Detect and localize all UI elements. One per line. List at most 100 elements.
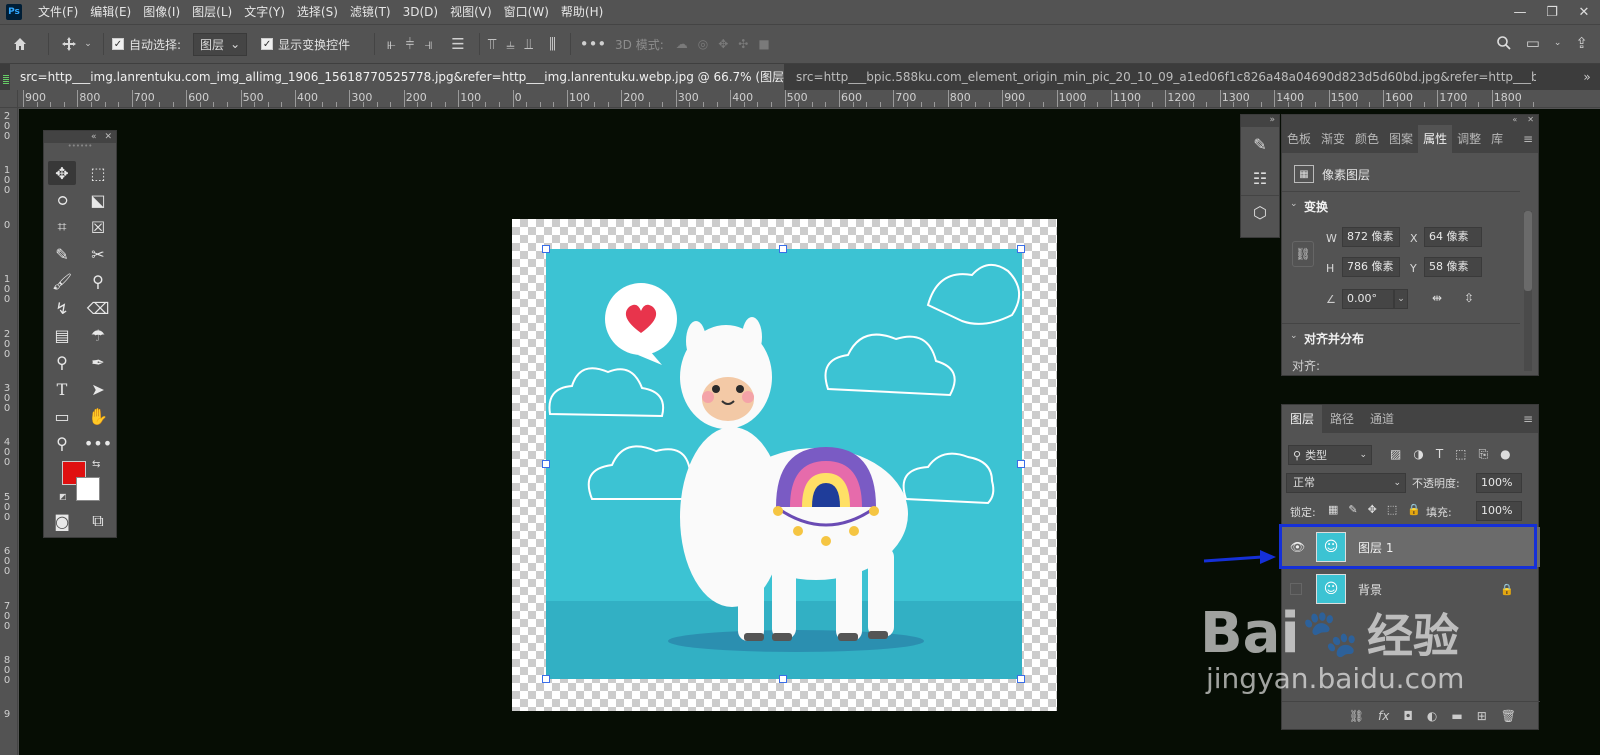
menu-edit[interactable]: 编辑(E) <box>84 0 137 24</box>
close-icon[interactable]: ✕ <box>1527 115 1534 125</box>
opacity-field[interactable]: 100% <box>1476 473 1522 493</box>
height-field[interactable]: 786 像素 <box>1342 257 1400 277</box>
3d-orbit-icon[interactable]: ☁ <box>676 37 688 51</box>
hand-tool-icon[interactable]: ✋ <box>84 404 112 428</box>
filter-adjustment-icon[interactable]: ◑ <box>1413 447 1423 462</box>
menu-type[interactable]: 文字(Y) <box>238 0 291 24</box>
expand-icon[interactable]: » <box>1241 115 1279 127</box>
3d-roll-icon[interactable]: ◎ <box>698 37 708 51</box>
tab-patterns[interactable]: 图案 <box>1384 125 1418 153</box>
eraser-tool-icon[interactable]: ⌫ <box>84 296 112 320</box>
healing-tool-icon[interactable]: ✂ <box>84 242 112 266</box>
tab-adjustments[interactable]: 调整 <box>1452 125 1486 153</box>
menu-image[interactable]: 图像(I) <box>137 0 186 24</box>
menu-select[interactable]: 选择(S) <box>291 0 344 24</box>
transform-handle[interactable] <box>1017 245 1025 253</box>
align-bottom-icon[interactable]: ⫫ <box>525 35 533 53</box>
menu-3d[interactable]: 3D(D) <box>397 0 444 24</box>
type-tool-icon[interactable]: T <box>48 377 76 401</box>
angle-field[interactable]: 0.00° <box>1342 289 1394 309</box>
align-center-icon[interactable]: ⫩ <box>406 35 415 53</box>
lock-artboard-icon[interactable]: ⬚ <box>1387 503 1397 516</box>
transform-handle[interactable] <box>779 245 787 253</box>
3d-slide-icon[interactable]: ✣ <box>738 37 748 51</box>
adjustment-layer-icon[interactable]: ◐ <box>1427 709 1437 723</box>
width-field[interactable]: 872 像素 <box>1342 227 1400 247</box>
lock-pixels-icon[interactable]: ✎ <box>1348 503 1357 516</box>
stamp-tool-icon[interactable]: ⚲ <box>84 269 112 293</box>
rectangle-tool-icon[interactable]: ▭ <box>48 404 76 428</box>
x-field[interactable]: 64 像素 <box>1424 227 1482 247</box>
lock-position-icon[interactable]: ✥ <box>1368 503 1377 516</box>
tab-gradients[interactable]: 渐变 <box>1316 125 1350 153</box>
tab-swatches[interactable]: 色板 <box>1282 125 1316 153</box>
flip-vertical-icon[interactable]: ⇳ <box>1464 291 1474 305</box>
pen-tool-icon[interactable]: ✒ <box>84 350 112 374</box>
share-icon[interactable]: ⇪ <box>1575 34 1588 52</box>
fx-icon[interactable]: fx <box>1378 709 1389 723</box>
smudge-tool-icon[interactable]: ☂ <box>84 323 112 347</box>
marquee-tool-icon[interactable]: ⬚ <box>84 161 112 185</box>
align-left-icon[interactable]: ⫦ <box>387 35 395 53</box>
move-tool-icon[interactable] <box>57 36 81 52</box>
object-select-tool-icon[interactable]: ⬕ <box>84 188 112 212</box>
dodge-tool-icon[interactable]: ⚲ <box>48 350 76 374</box>
tab-channels[interactable]: 通道 <box>1362 405 1402 433</box>
new-layer-icon[interactable]: ⊞ <box>1477 709 1487 723</box>
add-mask-icon[interactable]: ◘ <box>1403 709 1413 723</box>
default-colors-icon[interactable]: ◩ <box>59 492 67 501</box>
lasso-tool-icon[interactable]: ഠ <box>48 188 76 212</box>
menu-layer[interactable]: 图层(L) <box>186 0 238 24</box>
filter-shape-icon[interactable]: ⬚ <box>1455 447 1466 462</box>
screen-mode-icon[interactable]: ⧉ <box>84 509 112 533</box>
eyedropper-tool-icon[interactable]: ✎ <box>48 242 76 266</box>
filter-smart-object-icon[interactable]: ⎘ <box>1479 447 1489 462</box>
brush-settings-icon[interactable]: ✎ <box>1241 127 1279 161</box>
link-icon[interactable]: ⛓ <box>1292 241 1314 267</box>
menu-view[interactable]: 视图(V) <box>444 0 498 24</box>
blend-mode-dropdown[interactable]: 正常 ⌄ <box>1286 473 1406 493</box>
tab-color[interactable]: 颜色 <box>1350 125 1384 153</box>
transform-handle[interactable] <box>1017 460 1025 468</box>
more-options-icon[interactable]: ••• <box>579 35 607 53</box>
link-layers-icon[interactable]: ⛓ <box>1349 709 1364 723</box>
panel-menu-icon[interactable]: ≡ <box>1518 405 1538 433</box>
zoom-tool-icon[interactable]: ⚲ <box>48 431 76 455</box>
collapse-icon[interactable]: « <box>91 132 97 142</box>
chevron-down-icon[interactable]: ⌄ <box>1290 199 1298 209</box>
properties-scrollbar[interactable] <box>1524 211 1532 371</box>
tab-libraries[interactable]: 库 <box>1486 125 1508 153</box>
distribute-vertical-icon[interactable]: ⫼ <box>549 35 556 53</box>
3d-pan-icon[interactable]: ✥ <box>718 37 728 51</box>
distribute-icon[interactable]: ☰ <box>451 35 464 53</box>
transform-handle[interactable] <box>542 675 550 683</box>
tab-layers[interactable]: 图层 <box>1282 405 1323 433</box>
collapse-icon[interactable]: « <box>1512 115 1517 125</box>
show-transform-checkbox[interactable]: ✓ <box>261 38 274 50</box>
workspace-icon[interactable]: ▭ <box>1526 34 1540 52</box>
tab-properties[interactable]: 属性 <box>1418 125 1453 153</box>
filter-toggle-icon[interactable]: ● <box>1500 447 1510 462</box>
menu-file[interactable]: 文件(F) <box>32 0 84 24</box>
auto-select-checkbox[interactable]: ✓ <box>112 38 124 50</box>
transform-handle[interactable] <box>779 675 787 683</box>
auto-select-dropdown[interactable]: 图层 ⌄ <box>193 32 248 56</box>
swap-colors-icon[interactable]: ⇆ <box>92 459 100 470</box>
history-brush-tool-icon[interactable]: ↯ <box>48 296 76 320</box>
tab-second-document[interactable]: src=http___bpic.588ku.com_element_origin… <box>786 64 1536 90</box>
3d-scale-icon[interactable]: ■ <box>758 37 769 51</box>
llama-artwork[interactable] <box>546 249 1022 679</box>
move-tool-icon[interactable]: ✥ <box>48 161 76 185</box>
layer-filter-dropdown[interactable]: ⚲ 类型 ⌄ <box>1288 445 1372 465</box>
brush-tool-icon[interactable]: 🖌 <box>48 269 76 293</box>
close-button[interactable]: ✕ <box>1568 0 1600 24</box>
align-top-icon[interactable]: ⫪ <box>488 35 496 53</box>
path-select-tool-icon[interactable]: ➤ <box>84 377 112 401</box>
align-right-icon[interactable]: ⫣ <box>424 35 433 53</box>
home-icon[interactable] <box>0 36 40 52</box>
restore-button[interactable]: ❐ <box>1536 0 1568 24</box>
align-middle-icon[interactable]: ⫨ <box>506 35 514 53</box>
panel-menu-icon[interactable]: ≡ <box>1518 125 1538 153</box>
filter-pixel-icon[interactable]: ▨ <box>1390 447 1401 462</box>
frame-tool-icon[interactable]: ☒ <box>84 215 112 239</box>
